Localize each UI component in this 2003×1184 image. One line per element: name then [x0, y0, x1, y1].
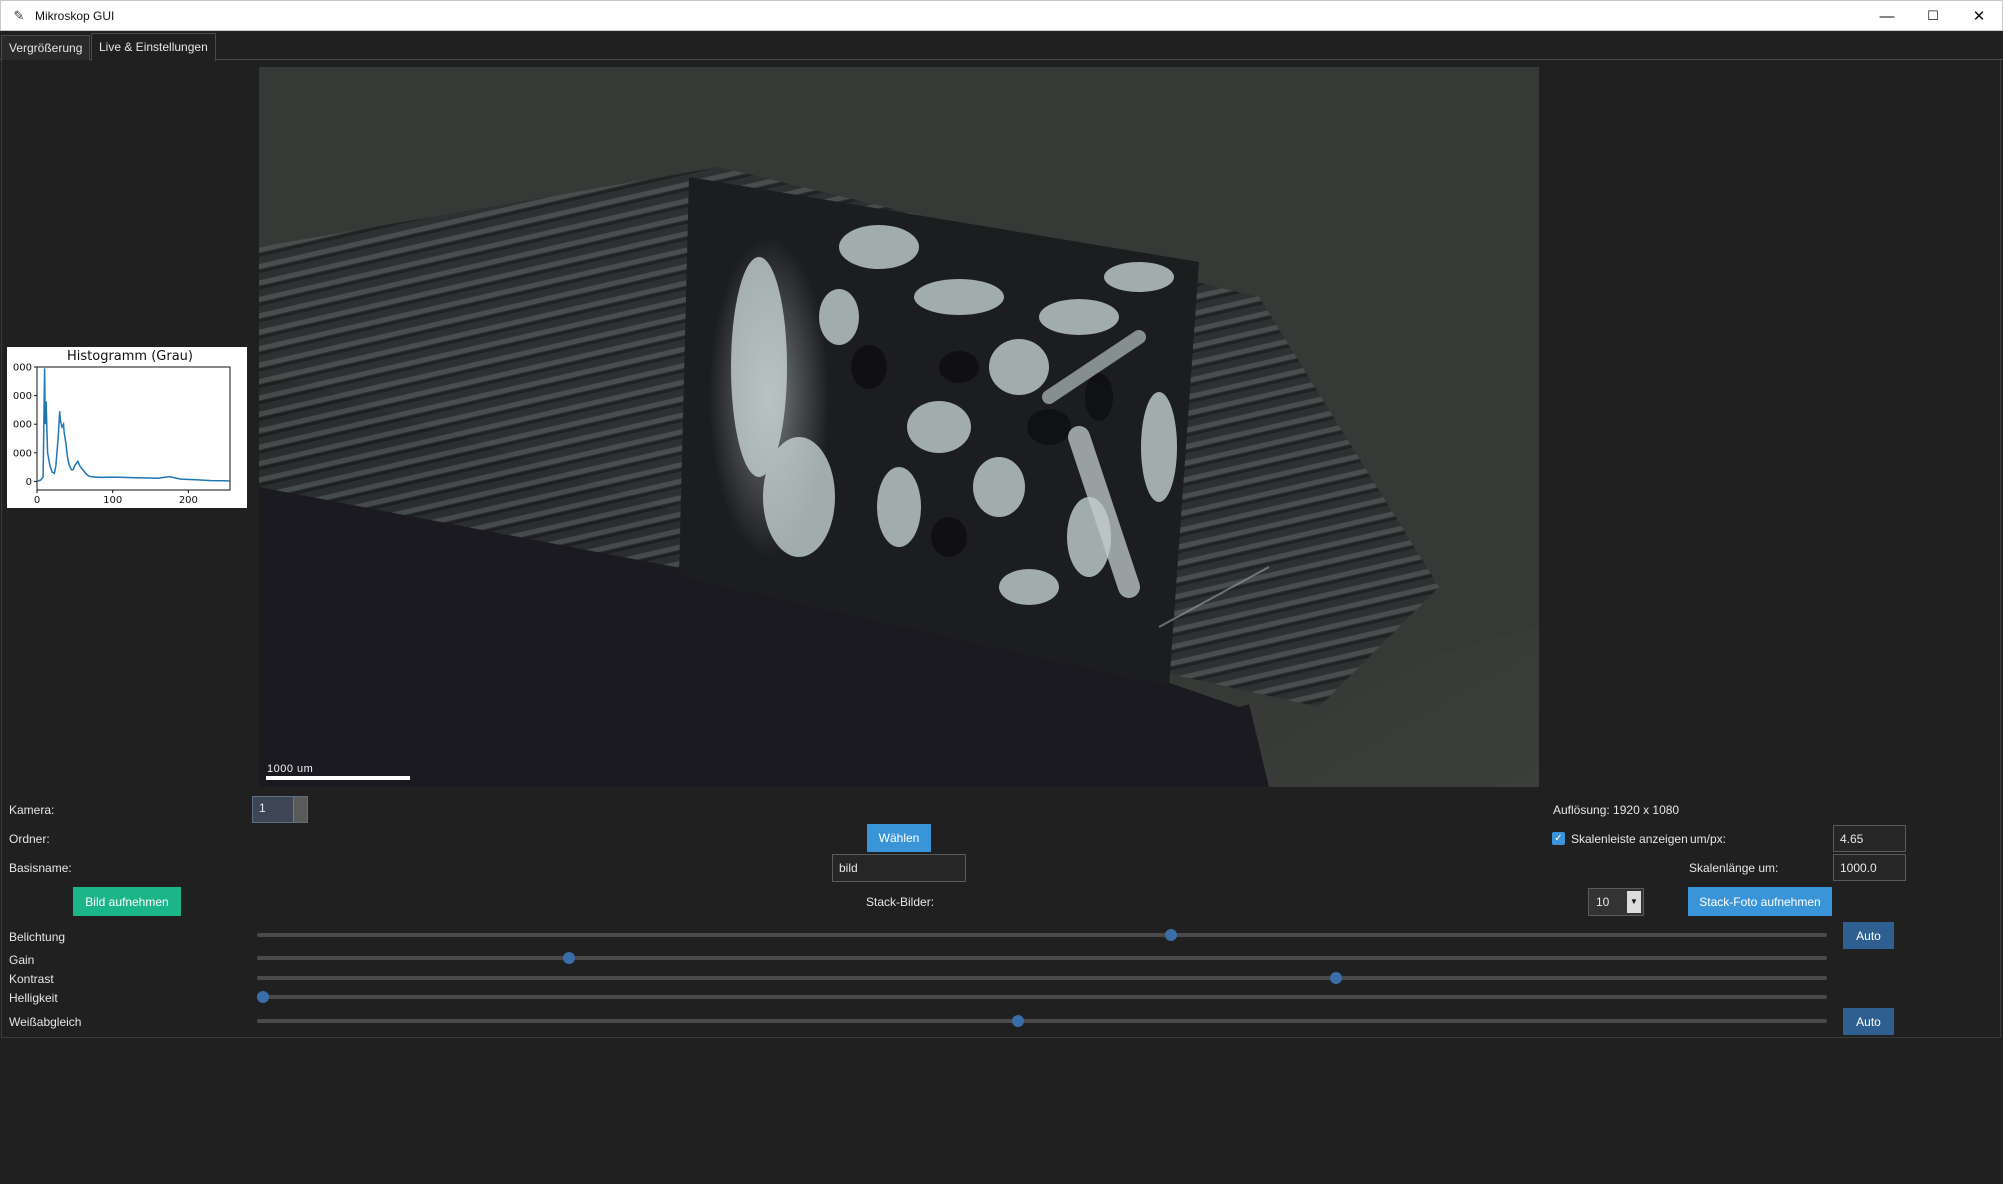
waehlen-button[interactable]: Wählen: [867, 824, 931, 852]
x-tick-label: 100: [103, 495, 122, 506]
aufloesung-text: Auflösung: 1920 x 1080: [1553, 803, 1680, 817]
helligkeit-slider[interactable]: [257, 991, 1827, 1003]
umpx-label: um/px:: [1690, 832, 1727, 846]
histogram-plot-frame: [36, 366, 231, 491]
y-tick-label: 0: [26, 477, 32, 488]
stack-bilder-value: 10: [1596, 895, 1610, 909]
stack-bilder-label: Stack-Bilder:: [866, 895, 935, 909]
bild-aufnehmen-button[interactable]: Bild aufnehmen: [73, 887, 181, 916]
gain-slider[interactable]: [257, 952, 1827, 964]
maximize-button[interactable]: ☐: [1910, 1, 1956, 31]
ordner-label: Ordner:: [9, 832, 50, 846]
x-tick-label: 0: [34, 495, 40, 506]
belichtung-slider[interactable]: [257, 929, 1827, 941]
x-tick-label: 200: [179, 495, 198, 506]
spin-arrows-icon[interactable]: [293, 797, 307, 822]
histogram-series-line: [36, 368, 231, 483]
title-bar: ✎ Mikroskop GUI — ☐ ✕: [0, 0, 2003, 31]
skalenleiste-label: Skalenleiste anzeigen: [1571, 832, 1688, 846]
minimize-button[interactable]: —: [1864, 1, 1910, 31]
kontrast-label: Kontrast: [9, 972, 54, 986]
stack-foto-button[interactable]: Stack-Foto aufnehmen: [1688, 887, 1832, 916]
weissabgleich-auto-button[interactable]: Auto: [1843, 1008, 1894, 1035]
window-controls: — ☐ ✕: [1864, 1, 2002, 31]
histogram-chart: Histogramm (Grau) 0 100 200 0 000 000 000 000: [7, 347, 247, 508]
y-tick-label: 000: [13, 363, 32, 374]
skalenlaenge-label: Skalenlänge um:: [1689, 861, 1779, 875]
microscope-image: [259, 67, 1539, 787]
y-tick-label: 000: [13, 448, 32, 459]
kamera-label: Kamera:: [9, 803, 55, 817]
kamera-value: 1: [259, 801, 266, 815]
belichtung-label: Belichtung: [9, 930, 66, 944]
belichtung-slider-thumb[interactable]: [1164, 929, 1177, 941]
chevron-down-icon[interactable]: ▼: [1627, 891, 1641, 913]
y-tick-label: 000: [13, 420, 32, 431]
weissabgleich-label: Weißabgleich: [9, 1015, 82, 1029]
tab-live-einstellungen[interactable]: Live & Einstellungen: [91, 33, 216, 61]
scalebar-line: [266, 776, 410, 780]
scalebar-label: 1000 um: [267, 763, 314, 775]
stack-bilder-combobox[interactable]: 10 ▼: [1588, 888, 1644, 916]
basisname-label: Basisname:: [9, 861, 72, 875]
basisname-input[interactable]: bild: [832, 854, 966, 882]
tab-vergroesserung[interactable]: Vergrößerung: [1, 35, 91, 60]
umpx-input[interactable]: 4.65: [1833, 825, 1906, 852]
belichtung-auto-button[interactable]: Auto: [1843, 922, 1894, 949]
helligkeit-label: Helligkeit: [9, 991, 58, 1005]
close-button[interactable]: ✕: [1956, 1, 2002, 31]
feather-icon: ✎: [13, 7, 25, 23]
empty-bottom-area: [0, 1038, 2003, 1184]
live-image-viewer[interactable]: 1000 um: [259, 67, 1539, 787]
histogram-title: Histogramm (Grau): [67, 349, 193, 364]
weissabgleich-slider[interactable]: [257, 1015, 1827, 1027]
skalenlaenge-input[interactable]: 1000.0: [1833, 854, 1906, 881]
kontrast-slider[interactable]: [257, 972, 1827, 984]
window-title: Mikroskop GUI: [35, 8, 115, 23]
tab-bar: Vergrößerung Live & Einstellungen: [0, 31, 2003, 61]
kamera-spinbox[interactable]: 1: [252, 796, 308, 823]
y-tick-label: 000: [13, 391, 32, 402]
gain-label: Gain: [9, 953, 35, 967]
skalenleiste-checkbox[interactable]: ✓: [1552, 832, 1565, 845]
kontrast-slider-thumb[interactable]: [1329, 972, 1342, 984]
